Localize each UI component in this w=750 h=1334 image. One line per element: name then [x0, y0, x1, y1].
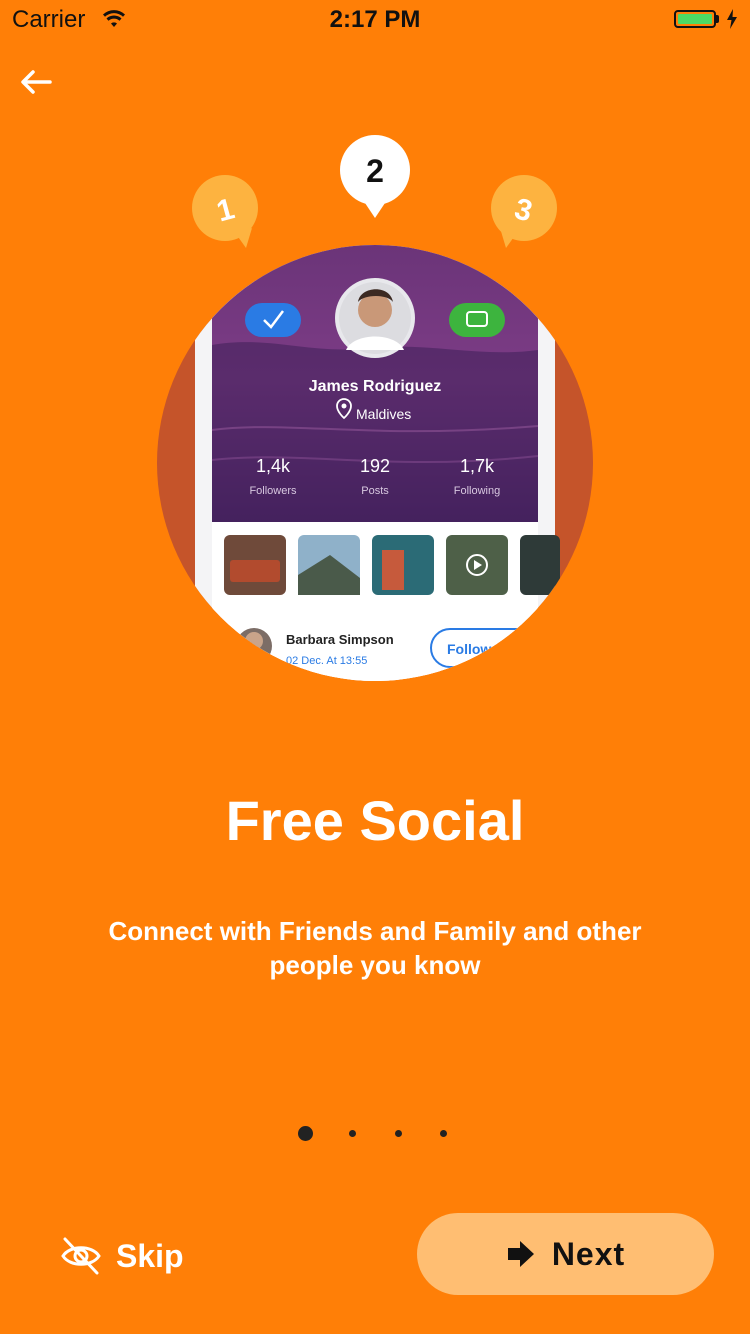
page-indicator	[0, 1124, 750, 1144]
status-time: 2:17 PM	[329, 6, 421, 33]
skip-button[interactable]: Skip	[60, 1228, 184, 1284]
stat-posts-label: Posts	[361, 485, 389, 497]
stat-followers-value: 1,4k	[256, 456, 291, 476]
follow-button-label: Follow	[447, 641, 491, 657]
charging-icon	[727, 9, 737, 29]
onboarding-subtitle: Connect with Friends and Family and othe…	[108, 916, 642, 980]
battery-icon	[674, 10, 716, 28]
back-arrow-icon[interactable]	[18, 64, 54, 100]
step-bubble-2-label: 2	[366, 153, 384, 189]
page-dot-4[interactable]	[440, 1130, 447, 1137]
stat-following-value: 1,7k	[460, 456, 495, 476]
onboarding-illustration: 1 2 3 James Rodriguez Maldives 1,4k Foll…	[157, 135, 593, 681]
post-author: Barbara Simpson	[286, 632, 394, 647]
next-button[interactable]: Next	[417, 1213, 714, 1295]
arrow-right-icon	[507, 1241, 534, 1267]
skip-label: Skip	[116, 1237, 184, 1274]
stat-posts-value: 192	[360, 456, 390, 476]
next-label: Next	[551, 1235, 626, 1272]
profile-location: Maldives	[356, 406, 411, 422]
page-dot-1[interactable]	[298, 1126, 313, 1141]
step-bubble-1: 1	[192, 175, 258, 248]
status-bar: Carrier 2:17 PM	[0, 0, 750, 40]
page-dot-3[interactable]	[395, 1130, 402, 1137]
stat-following-label: Following	[454, 485, 500, 497]
stat-followers-label: Followers	[249, 485, 297, 497]
step-bubble-2: 2	[340, 135, 410, 218]
step-bubble-3: 3	[491, 175, 557, 248]
page-dot-2[interactable]	[349, 1130, 356, 1137]
onboarding-title: Free Social	[225, 789, 525, 852]
post-date: 02 Dec. At 13:55	[286, 655, 367, 667]
profile-name: James Rodriguez	[309, 378, 441, 395]
eye-off-icon	[61, 1237, 101, 1275]
